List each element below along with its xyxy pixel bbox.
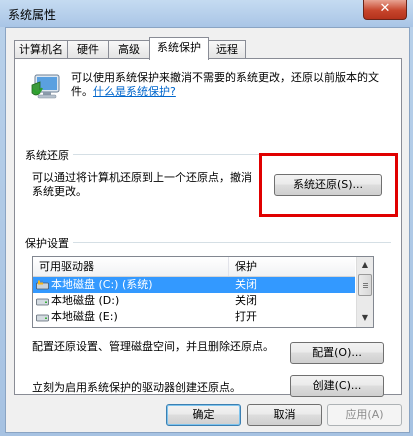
protection-group-title: 保护设置 (25, 235, 73, 251)
tab-remote[interactable]: 远程 (208, 40, 246, 59)
protection-group-divider (25, 242, 391, 243)
drive-list[interactable]: 可用驱动器 保护 本地磁盘 (C:) (系统) 关闭 本地磁盘 (D:) 关闭 (32, 256, 374, 328)
close-button[interactable]: ✕ (363, 0, 407, 20)
dialog-body: 计算机名 硬件 高级 系统保护 远程 可以使用系统保护来撤消不需要的系统更改，还… (5, 27, 410, 433)
grip-line (363, 287, 368, 288)
configure-description: 配置还原设置、管理磁盘空间，并且删除还原点。 (32, 340, 274, 353)
highlight-box (259, 153, 398, 217)
scroll-up-icon[interactable]: ▲ (357, 257, 373, 273)
system-protection-panel: 可以使用系统保护来撤消不需要的系统更改，还原以前版本的文件。什么是系统保护? 系… (14, 58, 402, 397)
create-button[interactable]: 创建(C)... (290, 375, 384, 397)
tab-computer-name[interactable]: 计算机名 (14, 40, 68, 59)
system-drive-icon (36, 280, 49, 290)
window-title: 系统属性 (8, 8, 57, 22)
drive-name: 本地磁盘 (C:) (系统) (51, 278, 153, 291)
drive-list-scrollbar[interactable]: ▲ ▼ (356, 257, 373, 327)
drive-status: 打开 (235, 310, 257, 323)
scroll-thumb[interactable] (358, 274, 372, 296)
create-description: 立刻为启用系统保护的驱动器创建还原点。 (32, 381, 241, 394)
drive-name: 本地磁盘 (D:) (51, 294, 120, 307)
scroll-down-icon[interactable]: ▼ (357, 310, 373, 326)
tab-system-protection[interactable]: 系统保护 (149, 37, 209, 60)
title-bar: 系统属性 ✕ (0, 0, 413, 27)
apply-button[interactable]: 应用(A) (327, 404, 402, 426)
drive-list-header: 可用驱动器 保护 (33, 257, 355, 277)
cancel-button[interactable]: 取消 (247, 404, 322, 426)
drive-row-d[interactable]: 本地磁盘 (D:) 关闭 (33, 293, 355, 309)
restore-description: 可以通过将计算机还原到上一个还原点，撤消系统更改。 (32, 171, 252, 198)
drive-name: 本地磁盘 (E:) (51, 310, 118, 323)
drive-row-e[interactable]: 本地磁盘 (E:) 打开 (33, 309, 355, 325)
restore-group-title: 系统还原 (25, 147, 73, 163)
computer-shield-icon (31, 74, 60, 99)
column-available-drives[interactable]: 可用驱动器 (33, 257, 229, 276)
ok-button[interactable]: 确定 (166, 404, 241, 426)
close-icon: ✕ (379, 1, 391, 16)
column-protection[interactable]: 保护 (229, 257, 355, 276)
intro-text: 可以使用系统保护来撤消不需要的系统更改，还原以前版本的文件。什么是系统保护? (71, 71, 391, 99)
hard-drive-icon (36, 314, 49, 322)
hard-drive-icon (36, 298, 49, 306)
drive-status: 关闭 (235, 294, 257, 307)
tab-hardware[interactable]: 硬件 (67, 40, 109, 59)
configure-button[interactable]: 配置(O)... (290, 342, 384, 364)
tab-advanced[interactable]: 高级 (108, 40, 150, 59)
drive-row-c[interactable]: 本地磁盘 (C:) (系统) 关闭 (33, 277, 355, 293)
drive-status: 关闭 (235, 278, 257, 291)
grip-line (363, 285, 368, 286)
grip-line (363, 283, 368, 284)
what-is-system-protection-link[interactable]: 什么是系统保护? (93, 85, 176, 98)
